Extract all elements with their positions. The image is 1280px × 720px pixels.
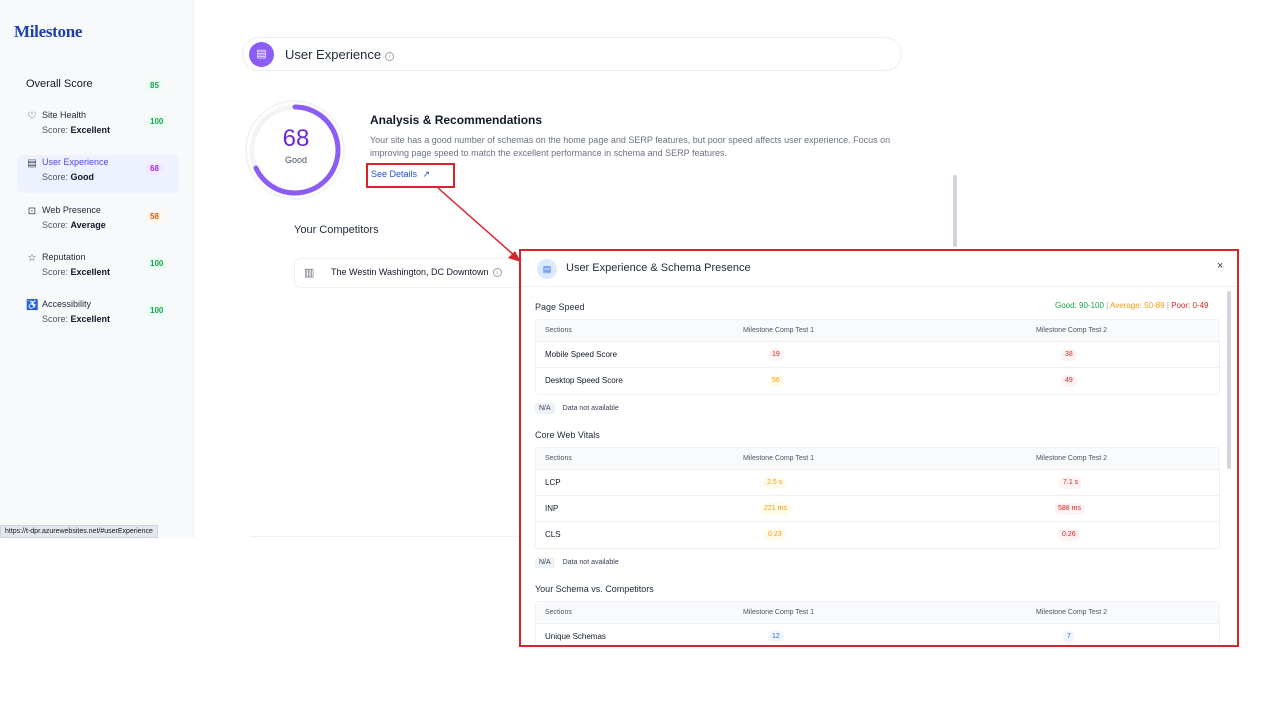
annotation-arrow <box>437 187 521 262</box>
overall-score-label: Overall Score <box>26 78 93 90</box>
info-icon[interactable]: i <box>492 268 502 277</box>
modal-scrollbar[interactable] <box>1227 291 1231 469</box>
building-icon: ▥ <box>304 267 315 279</box>
code-window-icon: ⊡ <box>27 206 37 217</box>
sidebar-item-score: Score: Excellent <box>42 267 111 277</box>
score-pill: 221 ms <box>760 503 791 515</box>
gauge-label: Good <box>284 155 308 165</box>
score-pill: 0.23 <box>764 529 786 541</box>
page-speed-table: Sections Milestone Comp Test 1 Milestone… <box>535 319 1220 395</box>
details-modal: ▤ User Experience & Schema Presence × Pa… <box>519 249 1239 647</box>
na-note: N/A Data not available <box>535 403 619 414</box>
sidebar-item-label: Reputation <box>42 252 86 262</box>
browser-icon: ▤ <box>27 158 37 169</box>
info-icon[interactable]: i <box>385 52 395 61</box>
browser-icon: ▤ <box>537 259 557 279</box>
sidebar-item-label: Site Health <box>42 110 87 120</box>
score-pill: 19 <box>768 349 784 361</box>
sidebar: Milestone Overall Score 85 ♡ Site Health… <box>0 0 194 538</box>
sidebar-item-score: Score: Average <box>42 220 106 230</box>
score-pill: 38 <box>1061 349 1077 361</box>
page-title: User Experience i <box>285 47 395 62</box>
score-pill: 7 <box>1063 631 1075 643</box>
table-header: Sections Milestone Comp Test 1 Milestone… <box>536 320 1219 342</box>
core-web-vitals-table: Sections Milestone Comp Test 1 Milestone… <box>535 447 1220 549</box>
score-pill: 56 <box>768 375 784 387</box>
table-header: Sections Milestone Comp Test 1 Milestone… <box>536 602 1219 624</box>
sidebar-item-label: Accessibility <box>42 299 92 309</box>
modal-title: User Experience & Schema Presence <box>566 262 751 274</box>
competitors-title: Your Competitors <box>294 224 379 236</box>
divider <box>250 536 520 537</box>
sidebar-item-score: Score: Excellent <box>42 125 111 135</box>
status-bar-url: https://t-dpr.azurewebsites.net/#userExp… <box>0 525 158 538</box>
modal-header: ▤ User Experience & Schema Presence × <box>521 251 1237 287</box>
score-pill: 2.5 s <box>763 477 787 489</box>
schema-title: Your Schema vs. Competitors <box>535 584 654 594</box>
sidebar-item-accessibility[interactable]: ♿ Accessibility Score: Excellent 100 <box>17 297 179 335</box>
score-pill: 7.1 s <box>1059 477 1083 489</box>
browser-icon: ▤ <box>249 42 274 67</box>
score-pill: 12 <box>768 631 784 643</box>
heart-pulse-icon: ♡ <box>27 111 37 122</box>
page-speed-title: Page Speed <box>535 302 585 312</box>
score-legend: Good: 90-100 | Average: 50-89 | Poor: 0-… <box>1055 301 1209 310</box>
sidebar-item-site-health[interactable]: ♡ Site Health Score: Excellent 100 <box>17 108 179 146</box>
close-icon[interactable]: × <box>1217 260 1223 272</box>
competitor-name: The Westin Washington, DC Downtown i <box>331 267 502 277</box>
table-row: Mobile Speed Score 19 38 <box>536 342 1219 368</box>
sidebar-item-user-experience[interactable]: ▤ User Experience Score: Good 68 <box>17 155 179 193</box>
sidebar-item-score: Score: Excellent <box>42 314 111 324</box>
analysis-text: Your site has a good number of schemas o… <box>370 135 891 158</box>
score-badge: 100 <box>145 257 169 270</box>
score-badge: 68 <box>145 162 164 175</box>
wheelchair-icon: ♿ <box>26 300 39 311</box>
table-row: CLS 0.23 0.26 <box>536 522 1219 548</box>
score-pill: 0.26 <box>1058 529 1080 541</box>
star-icon: ☆ <box>27 253 37 264</box>
sidebar-item-label: User Experience <box>42 157 109 167</box>
na-note: N/A Data not available <box>535 557 619 568</box>
gauge-value: 68 <box>282 125 310 152</box>
score-pill: 49 <box>1061 375 1077 387</box>
table-row: INP 221 ms 588 ms <box>536 496 1219 522</box>
schema-table: Sections Milestone Comp Test 1 Milestone… <box>535 601 1220 645</box>
overall-score-badge: 85 <box>145 79 164 92</box>
sidebar-item-score: Score: Good <box>42 172 95 182</box>
score-badge: 58 <box>145 210 164 223</box>
score-pill: 588 ms <box>1054 503 1085 515</box>
logo[interactable]: Milestone <box>14 22 82 42</box>
table-header: Sections Milestone Comp Test 1 Milestone… <box>536 448 1219 470</box>
sidebar-item-reputation[interactable]: ☆ Reputation Score: Excellent 100 <box>17 250 179 288</box>
table-row: Desktop Speed Score 56 49 <box>536 368 1219 394</box>
analysis-title: Analysis & Recommendations <box>370 113 543 127</box>
score-badge: 100 <box>145 115 169 128</box>
table-row: Unique Schemas 12 7 <box>536 624 1219 645</box>
core-web-vitals-title: Core Web Vitals <box>535 430 600 440</box>
score-badge: 100 <box>145 304 169 317</box>
sidebar-item-label: Web Presence <box>42 205 101 215</box>
table-row: LCP 2.5 s 7.1 s <box>536 470 1219 496</box>
scrollbar[interactable] <box>953 175 957 247</box>
sidebar-item-web-presence[interactable]: ⊡ Web Presence Score: Average 58 <box>17 203 179 241</box>
